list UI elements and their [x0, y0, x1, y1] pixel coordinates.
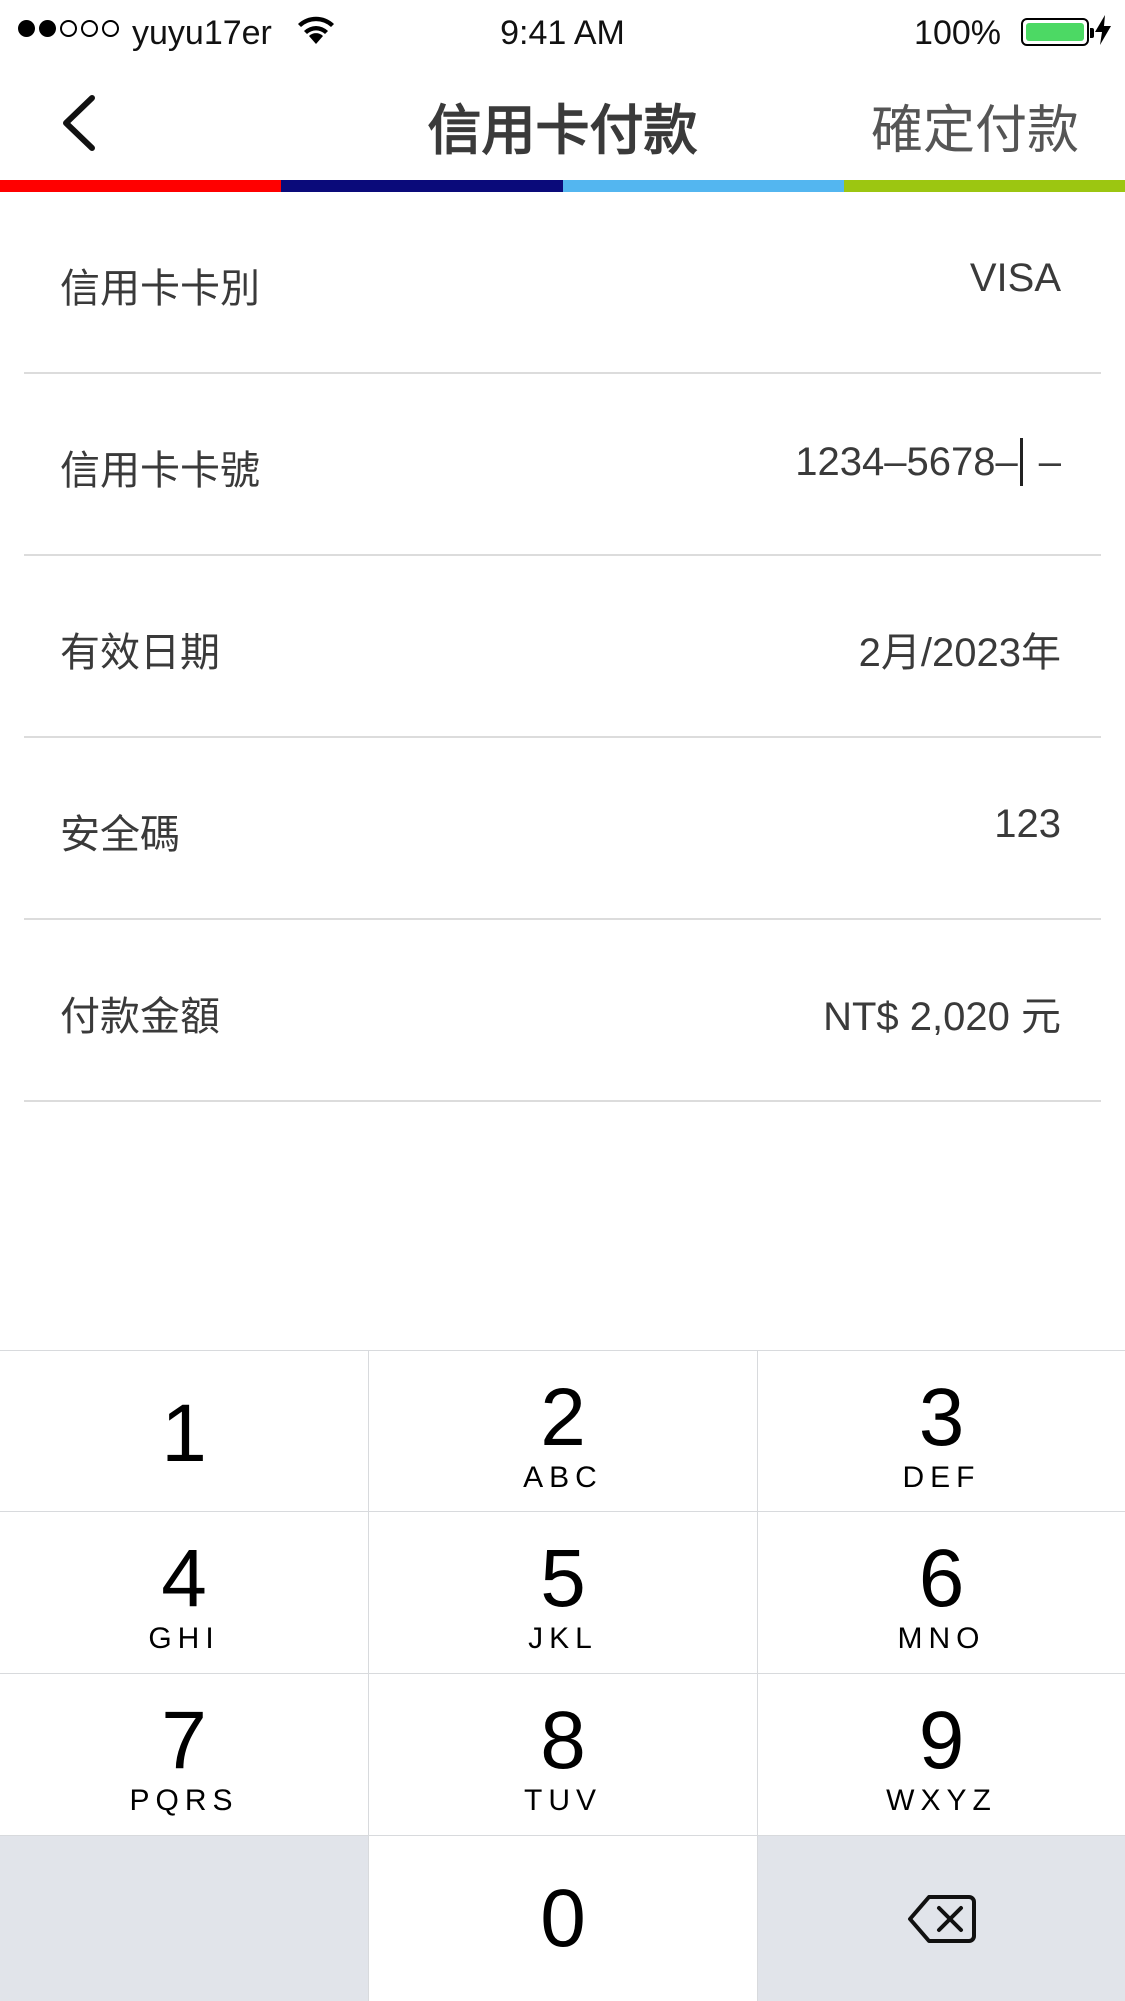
key-0[interactable]: 0 — [369, 1836, 757, 2001]
key-6[interactable]: 6 MNO — [758, 1512, 1125, 1674]
security-code-value[interactable]: 123 — [994, 802, 1061, 847]
key-digit: 1 — [161, 1388, 207, 1479]
key-2[interactable]: 2 ABC — [369, 1350, 757, 1512]
battery-percentage: 100% — [914, 14, 1001, 52]
card-number-label: 信用卡卡號 — [60, 449, 260, 493]
key-digit: 9 — [918, 1695, 965, 1786]
key-letters: MNO — [897, 1622, 986, 1655]
expiry-date-row[interactable]: 有效日期 2月/2023年 — [24, 556, 1101, 738]
key-blank — [0, 1836, 368, 2001]
navigation-bar: 信用卡付款 確定付款 — [0, 66, 1125, 180]
expiry-date-value[interactable]: 2月/2023年 — [859, 620, 1061, 678]
key-digit: 5 — [540, 1533, 586, 1624]
card-number-placeholder: – — [1038, 439, 1061, 484]
payment-amount-row: 付款金額 NT$ 2,020 元 — [24, 920, 1101, 1102]
key-1[interactable]: 1 — [0, 1350, 368, 1512]
key-5[interactable]: 5 JKL — [369, 1512, 757, 1674]
card-number-field[interactable]: 1234–5678– – — [795, 438, 1061, 486]
status-bar: yuyu17er 9:41 AM 100% — [0, 0, 1125, 66]
payment-amount-value: NT$ 2,020 元 — [823, 995, 1061, 1039]
key-digit: 6 — [918, 1533, 965, 1624]
stripe-navy — [281, 180, 563, 192]
delete-key[interactable] — [758, 1836, 1125, 2001]
key-digit: 4 — [161, 1533, 207, 1624]
key-digit: 2 — [540, 1372, 586, 1463]
key-letters: DEF — [902, 1461, 981, 1494]
key-digit: 7 — [161, 1695, 207, 1786]
charging-bolt-icon — [1093, 14, 1113, 51]
stripe-green — [843, 180, 1125, 192]
keypad-divider — [368, 1350, 369, 2001]
expiry-date-label: 有效日期 — [60, 631, 220, 675]
card-number-value: 1234–5678– — [795, 439, 1018, 484]
card-type-value[interactable]: VISA — [970, 256, 1061, 301]
key-4[interactable]: 4 GHI — [0, 1512, 368, 1674]
stripe-blue — [562, 180, 844, 192]
card-type-row[interactable]: 信用卡卡別 VISA — [24, 192, 1101, 374]
card-number-row[interactable]: 信用卡卡號 1234–5678– – — [24, 374, 1101, 556]
key-letters: WXYZ — [886, 1784, 997, 1817]
confirm-payment-button[interactable]: 確定付款 — [871, 88, 1079, 163]
numeric-keypad: 1 2 ABC 3 DEF 4 GHI 5 JKL 6 MNO 7 PQRS 8… — [0, 1350, 1125, 2001]
stripe-red — [0, 180, 282, 192]
security-code-row[interactable]: 安全碼 123 — [24, 738, 1101, 920]
key-digit: 0 — [540, 1873, 586, 1964]
text-cursor — [1019, 438, 1023, 486]
key-letters: PQRS — [129, 1784, 239, 1817]
key-digit: 3 — [918, 1372, 965, 1463]
key-3[interactable]: 3 DEF — [758, 1350, 1125, 1512]
key-digit: 8 — [540, 1695, 586, 1786]
keypad-divider — [757, 1350, 758, 2001]
payment-form: 信用卡卡別 VISA 信用卡卡號 1234–5678– – 有效日期 2月/20… — [0, 192, 1125, 1102]
key-8[interactable]: 8 TUV — [369, 1674, 757, 1836]
payment-amount-label: 付款金額 — [60, 995, 220, 1039]
key-letters: TUV — [524, 1784, 602, 1817]
battery-icon — [1021, 18, 1094, 46]
key-letters: ABC — [523, 1461, 603, 1494]
key-7[interactable]: 7 PQRS — [0, 1674, 368, 1836]
key-9[interactable]: 9 WXYZ — [758, 1674, 1125, 1836]
card-type-label: 信用卡卡別 — [60, 267, 260, 311]
key-letters: GHI — [148, 1622, 220, 1655]
color-stripe — [0, 180, 1125, 192]
security-code-label: 安全碼 — [60, 813, 180, 857]
backspace-icon — [907, 1894, 976, 1943]
key-letters: JKL — [528, 1622, 598, 1655]
